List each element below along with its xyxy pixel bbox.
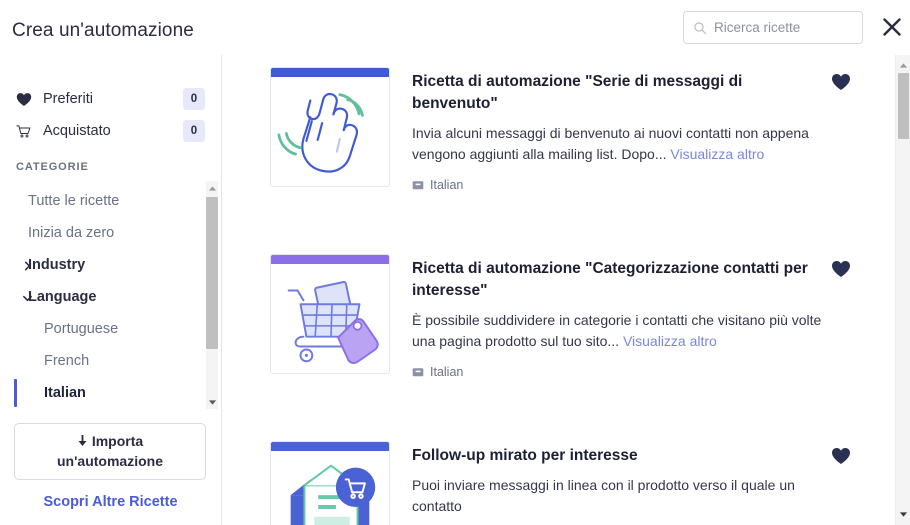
view-more-link[interactable]: Visualizza altro [623,333,717,349]
main-scrollbar[interactable] [895,55,910,525]
language-tag-icon [412,179,424,191]
recipe-thumbnail [270,254,390,375]
sidebar-item-purchased[interactable]: Acquistato 0 [12,115,209,147]
import-section: Importa un'automazione Scopri Altre Rice… [0,409,221,510]
recipe-card-body: Ricetta di automazione "Serie di messagg… [390,67,887,192]
sidebar-item-portuguese[interactable]: Portuguese [0,313,221,345]
recipe-list: Ricetta di automazione "Serie di messagg… [223,55,887,525]
recipe-card-body: Ricetta di automazione "Categorizzazione… [390,254,887,379]
download-icon [77,433,88,452]
recipe-card[interactable]: Ricetta di automazione "Serie di messagg… [223,55,887,192]
recipe-description: È possibile suddividere in categorie i c… [412,310,827,351]
sidebar-item-label: Acquistato [43,123,111,139]
recipe-description-text: È possibile suddividere in categorie i c… [412,312,822,349]
waving-hand-icon [277,92,364,173]
recipe-language-label: Italian [430,365,464,380]
categories-heading: CATEGORIE [16,161,89,173]
recipe-title: Ricetta di automazione "Categorizzazione… [412,260,808,300]
recipe-card[interactable]: Follow-up mirato per interesse Puoi invi… [223,379,887,525]
page-title: Crea un'automazione [12,20,194,41]
main-scrollbar-thumb[interactable] [898,73,909,139]
recipe-thumbnail [270,67,390,187]
search-box[interactable] [683,11,863,44]
favorite-heart-icon[interactable] [831,447,851,467]
recipe-description-text: Puoi inviare messaggi in linea con il pr… [412,477,795,514]
scroll-up-arrow-icon[interactable] [206,181,218,195]
view-more-link[interactable]: Visualizza altro [670,146,764,162]
recipe-description: Puoi inviare messaggi in linea con il pr… [412,475,827,516]
category-tree-scroll-area: Tutte le ricette Inizia da zero Industry [0,181,221,409]
thumbnail-accent-bar [271,68,389,77]
chevron-right-icon [22,260,33,271]
tree-item-label: Inizia da zero [28,225,115,241]
sidebar-item-industry[interactable]: Industry [0,249,221,281]
favorites-count-badge: 0 [183,88,205,110]
tree-item-label: Language [28,289,97,305]
recipe-language-tag: Italian [412,178,827,192]
envelope-cart-icon [290,465,376,525]
scroll-down-arrow-icon[interactable] [896,507,910,522]
search-input[interactable] [714,20,853,35]
close-icon[interactable] [878,13,906,41]
discover-more-recipes-link[interactable]: Scopri Altre Ricette [14,494,207,510]
sidebar-item-inizia-da-zero[interactable]: Inizia da zero [0,217,221,249]
sidebar-scrollbar-thumb[interactable] [206,197,218,349]
scroll-down-arrow-icon[interactable] [206,395,218,409]
thumbnail-accent-bar [271,255,389,265]
create-automation-modal: Crea un'automazione Ricerca ricette Pref… [0,0,910,525]
recipe-language-tag: Italian [412,365,827,379]
sidebar-item-french[interactable]: French [0,345,221,377]
modal-header: Crea un'automazione [0,0,910,55]
import-automation-button[interactable]: Importa un'automazione [14,423,206,480]
tree-item-label: Tutte le ricette [28,193,120,209]
sidebar-scrollbar[interactable] [206,181,218,409]
recipe-card[interactable]: Ricetta di automazione "Categorizzazione… [223,192,887,379]
recipe-title: Ricetta di automazione "Serie di messagg… [412,73,743,112]
recipe-title: Follow-up mirato per interesse [412,447,638,465]
favorite-heart-icon[interactable] [831,73,851,93]
recipe-language-label: Italian [430,178,464,193]
import-button-label: Importa un'automazione [57,433,163,469]
language-tag-icon [412,366,424,378]
sidebar-item-tutte-le-ricette[interactable]: Tutte le ricette [0,185,221,217]
sidebar-item-label: Preferiti [43,91,93,107]
sidebar-item-italian[interactable]: Italian [0,377,221,409]
cart-icon [16,124,33,139]
tree-item-label: Italian [44,385,86,401]
thumbnail-accent-bar [271,442,389,452]
tree-item-label: Industry [28,257,86,273]
search-icon [693,21,707,35]
sidebar-item-language[interactable]: Language [0,281,221,313]
tree-item-label: Portuguese [44,321,119,337]
tree-item-label: French [44,353,90,369]
chevron-down-icon [22,292,33,303]
sidebar-item-favorites[interactable]: Preferiti 0 [12,83,209,115]
scroll-up-arrow-icon[interactable] [896,58,910,73]
recipe-thumbnail [270,441,390,525]
shopping-cart-tag-icon [287,281,379,365]
recipe-card-body: Follow-up mirato per interesse Puoi invi… [390,441,887,525]
favorite-heart-icon[interactable] [831,260,851,280]
heart-icon [16,92,33,107]
category-tree: Tutte le ricette Inizia da zero Industry [0,181,221,409]
recipe-description: Invia alcuni messaggi di benvenuto ai nu… [412,123,827,164]
sidebar: Preferiti 0 Acquistato 0 CATEGORIE Tutte… [0,55,222,525]
purchased-count-badge: 0 [183,120,205,142]
